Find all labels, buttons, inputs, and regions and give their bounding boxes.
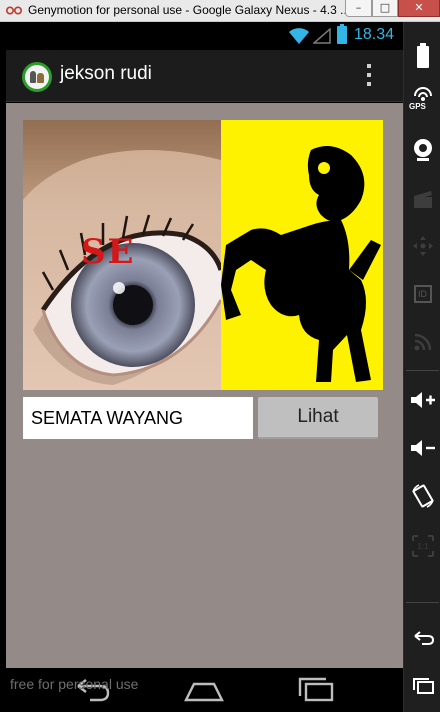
app-icon-face xyxy=(25,65,49,89)
volume-up-icon xyxy=(410,392,435,408)
rotate-tool[interactable] xyxy=(404,476,440,516)
battery-icon xyxy=(337,24,347,44)
capture-tool[interactable] xyxy=(404,180,440,220)
genymotion-toolbar: GPS ID 1:1 xyxy=(403,22,440,712)
gps-tool[interactable]: GPS xyxy=(404,80,440,120)
webcam-tool[interactable] xyxy=(404,130,440,170)
toolbar-divider xyxy=(406,370,439,371)
close-icon: ✕ xyxy=(414,1,424,14)
lihat-button[interactable]: Lihat xyxy=(258,397,378,439)
recents-icon[interactable] xyxy=(294,676,338,704)
app-icon-figure xyxy=(37,73,44,83)
minimize-button[interactable]: – xyxy=(345,0,372,17)
maximize-button[interactable]: □ xyxy=(372,0,398,17)
toolbar-divider xyxy=(406,602,439,603)
overflow-dot xyxy=(367,82,371,86)
scale-label: 1:1 xyxy=(417,542,429,551)
status-bar: 18.34 xyxy=(6,22,403,50)
volume-down-tool[interactable] xyxy=(404,428,440,468)
close-button[interactable]: ✕ xyxy=(398,0,440,17)
host-recents-tool[interactable] xyxy=(404,666,440,706)
battery-tool[interactable] xyxy=(404,36,440,76)
overflow-dot xyxy=(367,73,371,77)
id-icon: ID xyxy=(413,285,432,303)
rss-tool[interactable] xyxy=(404,322,440,362)
signal-icon xyxy=(313,28,331,44)
wayang-silhouette xyxy=(221,146,381,382)
dpad-icon xyxy=(412,236,433,256)
host-back-tool[interactable] xyxy=(404,618,440,658)
banner-overlay-text: SE xyxy=(81,232,136,272)
app-title: jekson rudi xyxy=(60,63,152,84)
eye-image: SE xyxy=(23,120,224,390)
status-clock: 18.34 xyxy=(354,26,395,43)
volume-up-tool[interactable] xyxy=(404,380,440,420)
minimize-icon: – xyxy=(355,1,362,14)
window-titlebar: Genymotion for personal use - Google Gal… xyxy=(0,0,440,22)
action-bar: jekson rudi xyxy=(6,50,403,102)
genymotion-app-icon xyxy=(6,6,22,15)
rotate-icon xyxy=(411,484,434,508)
app-launcher-icon[interactable] xyxy=(22,62,52,92)
device-screen: 18.34 jekson rudi SE SEMATA WAYANG Lihat xyxy=(0,22,403,712)
rss-icon xyxy=(414,333,431,351)
capture-icon xyxy=(413,191,432,208)
scale-icon: 1:1 xyxy=(411,535,434,557)
main-content: SE Lihat xyxy=(6,103,403,668)
gps-label: GPS xyxy=(409,102,426,111)
dpad-tool[interactable] xyxy=(404,226,440,266)
id-tool[interactable]: ID xyxy=(404,274,440,314)
window-title: Genymotion for personal use - Google Gal… xyxy=(28,3,351,17)
recents-icon xyxy=(412,678,434,694)
webcam-icon xyxy=(413,139,432,161)
overflow-dot xyxy=(367,64,371,68)
app-icon-figure xyxy=(30,71,36,83)
maximize-icon: □ xyxy=(379,1,391,14)
banner-image: SE xyxy=(23,120,383,390)
wayang-image xyxy=(221,120,383,390)
watermark-text: free for personal use xyxy=(10,676,139,692)
battery-icon xyxy=(416,43,429,68)
wayang-name-input[interactable] xyxy=(23,397,253,439)
back-icon xyxy=(413,631,434,645)
scale-tool[interactable]: 1:1 xyxy=(404,526,440,566)
volume-down-icon xyxy=(410,440,435,456)
search-row: Lihat xyxy=(23,397,383,441)
wifi-icon xyxy=(289,28,309,44)
overflow-menu-icon[interactable] xyxy=(364,64,374,90)
home-icon[interactable] xyxy=(182,676,226,704)
